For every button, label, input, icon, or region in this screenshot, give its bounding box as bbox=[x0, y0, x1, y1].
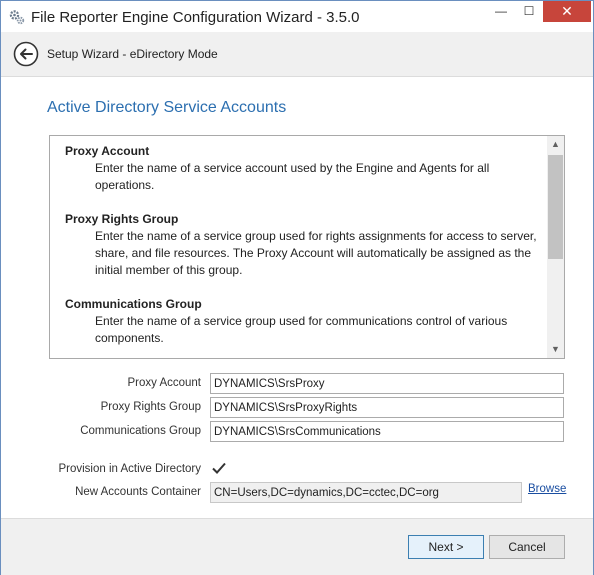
info-scrollbar[interactable]: ▲ ▼ bbox=[547, 136, 564, 358]
page-heading: Active Directory Service Accounts bbox=[47, 99, 287, 116]
wizard-step-title: Setup Wizard - eDirectory Mode bbox=[47, 47, 218, 61]
window-title: File Reporter Engine Configuration Wizar… bbox=[31, 9, 360, 26]
proxy-account-label: Proxy Account bbox=[127, 377, 201, 389]
communications-group-input[interactable] bbox=[210, 421, 564, 442]
next-button[interactable]: Next > bbox=[408, 535, 484, 559]
info-section-title: Proxy Account bbox=[65, 144, 150, 158]
back-arrow-icon[interactable] bbox=[13, 41, 39, 67]
info-panel: Proxy Account Enter the name of a servic… bbox=[49, 135, 565, 359]
cancel-button[interactable]: Cancel bbox=[489, 535, 565, 559]
minimize-button[interactable]: — bbox=[487, 1, 515, 22]
new-accounts-container-label: New Accounts Container bbox=[75, 486, 201, 498]
info-section-desc: Enter the name of a service group used f… bbox=[95, 314, 508, 345]
info-section-proxy-account: Proxy Account Enter the name of a servic… bbox=[65, 143, 545, 194]
new-accounts-container-input bbox=[210, 482, 522, 503]
info-section-desc: Enter the name of a service group used f… bbox=[95, 229, 537, 277]
communications-group-label: Communications Group bbox=[80, 425, 201, 437]
info-section-communications-group: Communications Group Enter the name of a… bbox=[65, 296, 545, 347]
gears-icon bbox=[9, 10, 25, 25]
close-button[interactable]: ✕ bbox=[543, 1, 591, 22]
info-section-desc: Enter the name of a service account used… bbox=[95, 161, 490, 192]
proxy-rights-group-input[interactable] bbox=[210, 397, 564, 418]
info-section-title: Proxy Rights Group bbox=[65, 212, 179, 226]
main-content: Active Directory Service Accounts Proxy … bbox=[1, 77, 593, 518]
proxy-rights-group-label: Proxy Rights Group bbox=[100, 401, 201, 413]
provision-checkbox[interactable] bbox=[211, 461, 227, 475]
info-section-proxy-rights-group: Proxy Rights Group Enter the name of a s… bbox=[65, 211, 545, 279]
title-bar: File Reporter Engine Configuration Wizar… bbox=[1, 1, 593, 32]
wizard-footer: Next > Cancel bbox=[1, 518, 593, 575]
scrollbar-thumb[interactable] bbox=[548, 155, 563, 259]
info-section-title: Communications Group bbox=[65, 297, 202, 311]
wizard-nav-bar: Setup Wizard - eDirectory Mode bbox=[1, 32, 593, 77]
scroll-up-arrow-icon[interactable]: ▲ bbox=[547, 136, 564, 153]
provision-label: Provision in Active Directory bbox=[58, 463, 201, 475]
maximize-button[interactable]: ☐ bbox=[515, 1, 543, 22]
wizard-window: File Reporter Engine Configuration Wizar… bbox=[0, 0, 594, 575]
proxy-account-input[interactable] bbox=[210, 373, 564, 394]
browse-link[interactable]: Browse bbox=[528, 483, 566, 495]
info-text-area: Proxy Account Enter the name of a servic… bbox=[50, 136, 546, 358]
scroll-down-arrow-icon[interactable]: ▼ bbox=[547, 341, 564, 358]
